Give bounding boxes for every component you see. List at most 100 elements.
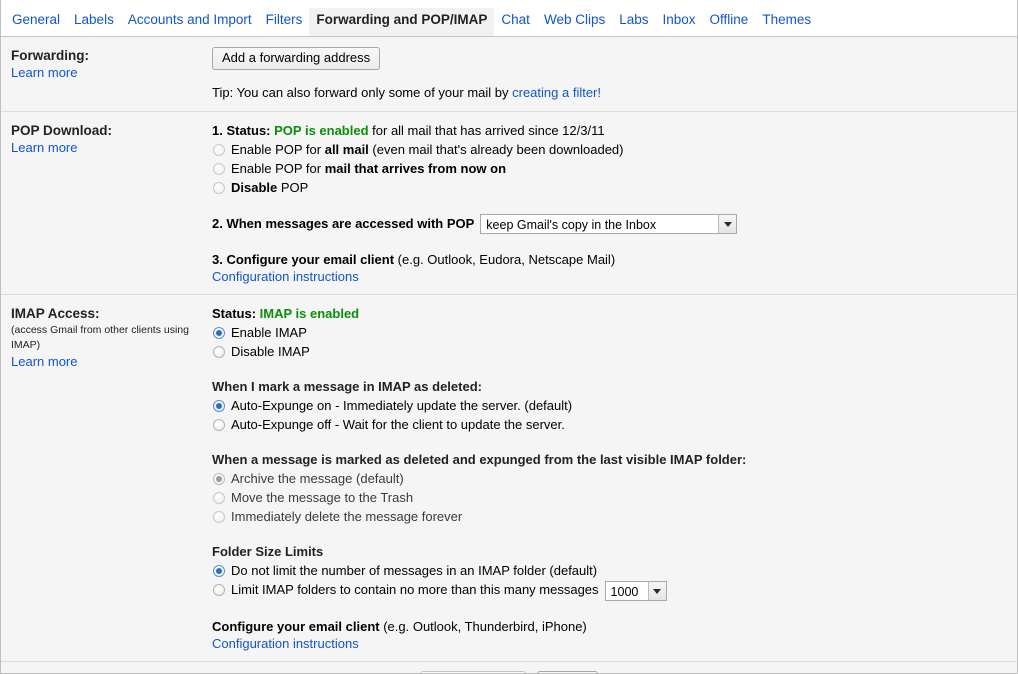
pop-label-column: POP Download: Learn more — [1, 112, 201, 294]
pop-status-line: 1. Status: POP is enabled for all mail t… — [212, 122, 1007, 140]
imap-status-line: Status: IMAP is enabled — [212, 305, 1007, 323]
imap-expunge-on-radio[interactable] — [213, 400, 225, 412]
pop-configure-client-examples: (e.g. Outlook, Eudora, Netscape Mail) — [394, 252, 616, 267]
imap-disable-row[interactable]: Disable IMAP — [212, 343, 1007, 361]
imap-configure-client-examples: (e.g. Outlook, Thunderbird, iPhone) — [379, 619, 587, 634]
imap-expunge-off-label: Auto-Expunge off - Wait for the client t… — [231, 417, 565, 432]
imap-configure-client-label: Configure your email client — [212, 619, 380, 634]
pop-status-label: 1. Status: — [212, 123, 275, 138]
chevron-down-icon — [647, 582, 666, 600]
imap-folder-size-limit-label: Limit IMAP folders to contain no more th… — [231, 582, 599, 597]
forwarding-learn-more-link[interactable]: Learn more — [11, 64, 191, 81]
imap-folder-size-limit-row[interactable]: Limit IMAP folders to contain no more th… — [212, 581, 1007, 601]
imap-last-folder-delete-row[interactable]: Immediately delete the message forever — [212, 508, 1007, 526]
imap-access-section: IMAP Access: (access Gmail from other cl… — [1, 295, 1017, 661]
pop-status-suffix: for all mail that has arrived since 12/3… — [368, 123, 605, 138]
pop-download-section: POP Download: Learn more 1. Status: POP … — [1, 112, 1017, 295]
imap-last-folder-trash-label: Move the message to the Trash — [231, 490, 414, 505]
imap-title: IMAP Access: — [11, 306, 100, 321]
pop-option-disable-label: Disable POP — [231, 180, 309, 195]
pop-status-value: POP is enabled — [274, 123, 369, 138]
imap-expunge-off-radio[interactable] — [213, 419, 225, 431]
forwarding-tip-text: Tip: You can also forward only some of y… — [212, 85, 513, 100]
pop-access-mode-selected-value: keep Gmail's copy in the Inbox — [486, 217, 657, 232]
imap-enable-label: Enable IMAP — [231, 325, 307, 340]
imap-label-column: IMAP Access: (access Gmail from other cl… — [1, 295, 201, 661]
pop-option-all-mail-radio[interactable] — [213, 144, 225, 156]
imap-folder-size-nolimit-label: Do not limit the number of messages in a… — [231, 563, 598, 578]
imap-expunge-on-label: Auto-Expunge on - Immediately update the… — [231, 398, 573, 413]
tab-labels[interactable]: Labels — [67, 8, 121, 36]
add-forwarding-address-button[interactable]: Add a forwarding address — [212, 47, 381, 70]
pop-option-from-now-on-radio[interactable] — [213, 163, 225, 175]
imap-folder-size-limit-select[interactable]: 1000 — [604, 581, 667, 601]
creating-a-filter-link[interactable]: creating a filter! — [512, 85, 601, 100]
imap-folder-size-nolimit-row[interactable]: Do not limit the number of messages in a… — [212, 562, 1007, 580]
imap-enable-row[interactable]: Enable IMAP — [212, 324, 1007, 342]
tab-general[interactable]: General — [5, 8, 67, 36]
forwarding-section: Forwarding: Learn more Add a forwarding … — [1, 37, 1017, 112]
imap-last-folder-heading: When a message is marked as deleted and … — [212, 452, 747, 467]
imap-last-folder-delete-label: Immediately delete the message forever — [231, 509, 463, 524]
imap-disable-radio[interactable] — [213, 346, 225, 358]
pop-access-mode-row: 2. When messages are accessed with POP k… — [212, 214, 1007, 234]
imap-folder-size-nolimit-radio[interactable] — [213, 565, 225, 577]
imap-subtitle: (access Gmail from other clients using I… — [11, 324, 189, 351]
imap-last-folder-trash-row[interactable]: Move the message to the Trash — [212, 489, 1007, 507]
forwarding-label-column: Forwarding: Learn more — [1, 37, 201, 111]
imap-content-column: Status: IMAP is enabled Enable IMAP Disa… — [201, 295, 1017, 661]
imap-status-label: Status: — [212, 306, 260, 321]
tab-themes[interactable]: Themes — [755, 8, 818, 36]
settings-footer: Save Changes Cancel — [1, 661, 1017, 673]
tab-accounts-and-import[interactable]: Accounts and Import — [121, 8, 259, 36]
settings-tab-bar: General Labels Accounts and Import Filte… — [1, 0, 1017, 37]
tab-inbox[interactable]: Inbox — [656, 8, 703, 36]
imap-last-folder-trash-radio[interactable] — [213, 492, 225, 504]
imap-last-folder-delete-radio[interactable] — [213, 511, 225, 523]
imap-configuration-instructions-link[interactable]: Configuration instructions — [212, 636, 359, 651]
forwarding-title: Forwarding: — [11, 48, 89, 63]
pop-access-mode-select[interactable]: keep Gmail's copy in the Inbox — [480, 214, 738, 234]
imap-last-folder-archive-label: Archive the message (default) — [231, 471, 404, 486]
imap-status-value: IMAP is enabled — [259, 306, 360, 321]
forwarding-tip: Tip: You can also forward only some of y… — [212, 84, 1007, 101]
imap-configure-client-block: Configure your email client (e.g. Outloo… — [212, 618, 1007, 651]
settings-page: General Labels Accounts and Import Filte… — [0, 0, 1018, 674]
imap-last-folder-group: When a message is marked as deleted and … — [212, 451, 1007, 526]
imap-last-folder-archive-row[interactable]: Archive the message (default) — [212, 470, 1007, 488]
tab-labs[interactable]: Labs — [612, 8, 655, 36]
imap-last-folder-archive-radio[interactable] — [213, 473, 225, 485]
pop-option-disable-row[interactable]: Disable POP — [212, 179, 1007, 197]
pop-configure-client-block: 3. Configure your email client (e.g. Out… — [212, 251, 1007, 284]
imap-configure-client-line: Configure your email client (e.g. Outloo… — [212, 618, 1007, 636]
pop-configuration-instructions-link[interactable]: Configuration instructions — [212, 269, 359, 284]
imap-folder-size-heading: Folder Size Limits — [212, 544, 324, 559]
pop-option-all-mail-row[interactable]: Enable POP for all mail (even mail that'… — [212, 141, 1007, 159]
pop-configure-client-label: 3. Configure your email client — [212, 252, 395, 267]
pop-option-disable-radio[interactable] — [213, 182, 225, 194]
imap-folder-size-limit-radio[interactable] — [213, 584, 225, 596]
pop-access-mode-label: 2. When messages are accessed with POP — [212, 216, 475, 231]
forwarding-content-column: Add a forwarding address Tip: You can al… — [201, 37, 1017, 111]
imap-expunge-group: When I mark a message in IMAP as deleted… — [212, 378, 1007, 434]
imap-disable-label: Disable IMAP — [231, 344, 310, 359]
imap-expunge-heading: When I mark a message in IMAP as deleted… — [212, 379, 482, 394]
pop-option-from-now-on-row[interactable]: Enable POP for mail that arrives from no… — [212, 160, 1007, 178]
imap-enable-radio[interactable] — [213, 327, 225, 339]
pop-content-column: 1. Status: POP is enabled for all mail t… — [201, 112, 1017, 294]
imap-learn-more-link[interactable]: Learn more — [11, 353, 191, 370]
imap-folder-size-limit-value: 1000 — [610, 584, 639, 599]
imap-expunge-on-row[interactable]: Auto-Expunge on - Immediately update the… — [212, 397, 1007, 415]
pop-configure-client-line: 3. Configure your email client (e.g. Out… — [212, 251, 1007, 269]
imap-expunge-off-row[interactable]: Auto-Expunge off - Wait for the client t… — [212, 416, 1007, 434]
tab-web-clips[interactable]: Web Clips — [537, 8, 612, 36]
tab-filters[interactable]: Filters — [259, 8, 310, 36]
tab-offline[interactable]: Offline — [703, 8, 756, 36]
pop-learn-more-link[interactable]: Learn more — [11, 139, 191, 156]
tab-chat[interactable]: Chat — [494, 8, 537, 36]
imap-folder-size-group: Folder Size Limits Do not limit the numb… — [212, 543, 1007, 601]
chevron-down-icon — [718, 215, 737, 233]
pop-option-all-mail-label: Enable POP for all mail (even mail that'… — [231, 142, 624, 157]
pop-option-from-now-on-label: Enable POP for mail that arrives from no… — [231, 161, 507, 176]
tab-forwarding-and-pop-imap[interactable]: Forwarding and POP/IMAP — [309, 8, 495, 36]
